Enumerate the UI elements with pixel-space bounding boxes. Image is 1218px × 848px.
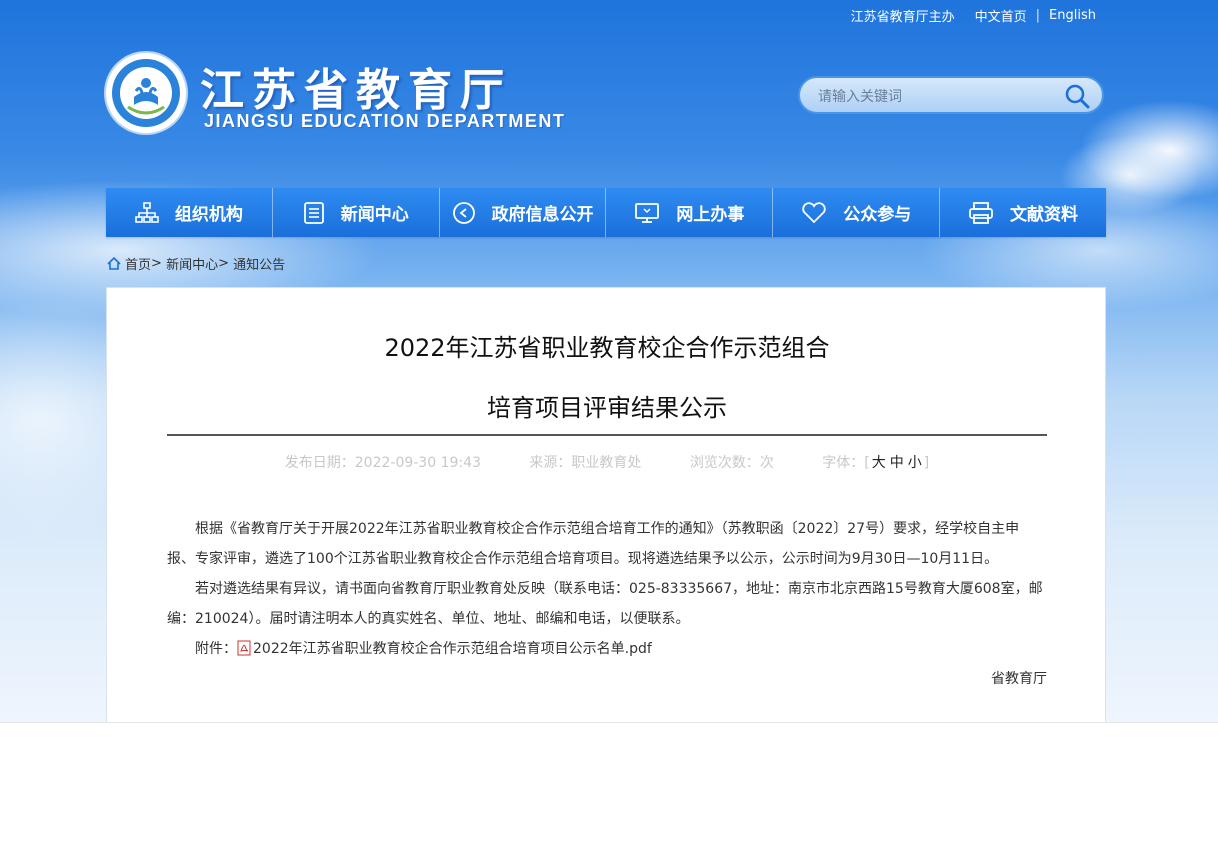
host-text: 江苏省教育厅主办 bbox=[850, 10, 955, 25]
article-body: 根据《省教育厅关于开展2022年江苏省职业教育校企合作示范组合培育工作的通知》（… bbox=[167, 514, 1047, 694]
nav-label: 网上办事 bbox=[676, 205, 745, 225]
search-box bbox=[798, 76, 1104, 114]
home-cn-link[interactable]: 中文首页 bbox=[975, 6, 1027, 25]
breadcrumb-separator: > bbox=[218, 256, 229, 271]
nav-label: 政府信息公开 bbox=[491, 205, 594, 225]
nav-item-news[interactable]: 新闻中心 bbox=[273, 188, 440, 237]
article-title-line2: 培育项目评审结果公示 bbox=[487, 394, 727, 422]
article-title-line1: 2022年江苏省职业教育校企合作示范组合 bbox=[384, 334, 830, 362]
play-circle-icon bbox=[452, 201, 475, 224]
monitor-icon bbox=[635, 202, 660, 223]
heart-icon bbox=[802, 201, 826, 223]
breadcrumb: 首页 > 新闻中心 > 通知公告 bbox=[107, 254, 285, 273]
breadcrumb-separator: > bbox=[151, 256, 162, 271]
nav-item-organization[interactable]: 组织机构 bbox=[106, 188, 273, 237]
breadcrumb-section[interactable]: 新闻中心 bbox=[166, 254, 218, 273]
font-size-control: 字体：[大中小] bbox=[822, 455, 929, 471]
attachment: 附件： 2022年江苏省职业教育校企合作示范组合培育项目公示名单.pdf bbox=[167, 634, 1047, 664]
home-icon bbox=[107, 257, 121, 270]
view-count: 浏览次数：次 bbox=[689, 455, 774, 471]
breadcrumb-current[interactable]: 通知公告 bbox=[233, 254, 285, 273]
pdf-icon bbox=[237, 640, 251, 656]
attachment-link[interactable]: 2022年江苏省职业教育校企合作示范组合培育项目公示名单.pdf bbox=[253, 641, 652, 657]
attachment-label: 附件： bbox=[195, 641, 237, 657]
logo-emblem[interactable] bbox=[106, 53, 186, 133]
article-panel: 2022年江苏省职业教育校企合作示范组合 培育项目评审结果公示 发布日期：202… bbox=[106, 287, 1106, 747]
nav-item-documents[interactable]: 文献资料 bbox=[940, 188, 1106, 237]
emblem-icon bbox=[127, 78, 165, 115]
document-icon bbox=[303, 201, 324, 224]
divider: | bbox=[1035, 8, 1041, 23]
source: 来源：职业教育处 bbox=[529, 455, 642, 471]
printer-icon bbox=[969, 201, 993, 224]
page-bottom bbox=[0, 722, 1218, 848]
font-medium-button[interactable]: 中 bbox=[890, 455, 904, 471]
font-small-button[interactable]: 小 bbox=[908, 455, 922, 471]
english-link[interactable]: English bbox=[1049, 8, 1096, 23]
site-subtitle: JIANGSU EDUCATION DEPARTMENT bbox=[204, 111, 566, 131]
nav-label: 文献资料 bbox=[1010, 205, 1079, 225]
nav-label: 公众参与 bbox=[843, 205, 912, 225]
top-links: 江苏省教育厅主办 中文首页 | English bbox=[851, 6, 1096, 25]
paragraph: 若对遴选结果有异议，请书面向省教育厅职业教育处反映（联系电话：025-83335… bbox=[167, 581, 1043, 627]
nav-item-gov-info[interactable]: 政府信息公开 bbox=[440, 188, 607, 237]
title-divider bbox=[167, 434, 1047, 436]
nav-label: 组织机构 bbox=[174, 205, 243, 225]
main-nav: 组织机构 新闻中心 政府信息公开 网上办事 公众参与 文献资料 bbox=[106, 188, 1106, 237]
article-meta: 发布日期：2022-09-30 19:43 来源：职业教育处 浏览次数：次 字体… bbox=[107, 452, 1107, 472]
font-bracket-open: [ bbox=[864, 455, 870, 471]
breadcrumb-home[interactable]: 首页 bbox=[125, 254, 151, 273]
publish-date: 发布日期：2022-09-30 19:43 bbox=[284, 455, 481, 471]
nav-item-online-service[interactable]: 网上办事 bbox=[606, 188, 774, 237]
font-label: 字体： bbox=[822, 455, 865, 471]
signature: 省教育厅 bbox=[991, 671, 1047, 687]
nav-label: 新闻中心 bbox=[340, 205, 409, 225]
search-input[interactable] bbox=[816, 86, 1050, 108]
font-bracket-close: ] bbox=[923, 455, 930, 471]
nav-item-public-participation[interactable]: 公众参与 bbox=[773, 188, 941, 237]
site-title[interactable]: 江苏省教育厅 bbox=[200, 54, 512, 118]
search-icon[interactable] bbox=[1064, 83, 1090, 109]
font-large-button[interactable]: 大 bbox=[872, 455, 886, 471]
paragraph: 根据《省教育厅关于开展2022年江苏省职业教育校企合作示范组合培育工作的通知》（… bbox=[167, 521, 1020, 567]
org-chart-icon bbox=[135, 201, 159, 223]
